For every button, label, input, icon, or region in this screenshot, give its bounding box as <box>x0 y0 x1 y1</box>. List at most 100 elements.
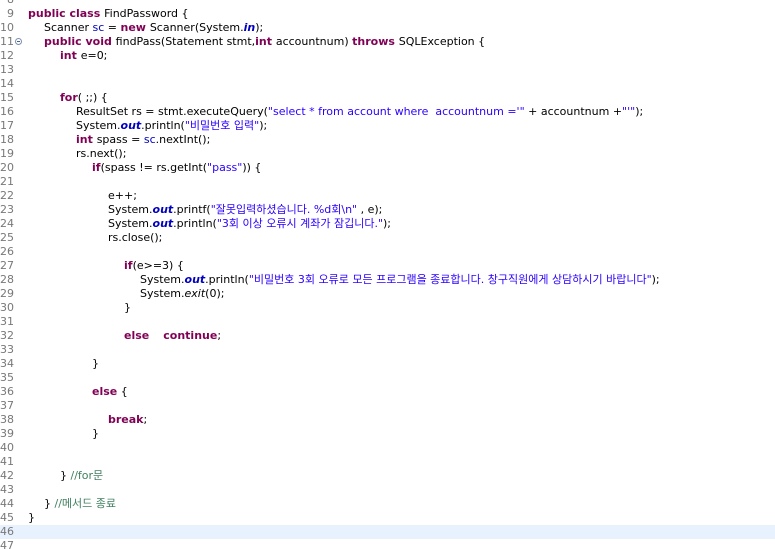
code-token: //메서드 종료 <box>54 497 117 510</box>
code-line[interactable]: 40 <box>0 441 775 455</box>
code-token: accountnum) <box>275 35 353 48</box>
code-token: public void <box>44 35 116 48</box>
fold-toggle-icon[interactable] <box>15 38 22 45</box>
code-line[interactable]: 27 if(e>=3) { <box>0 259 775 273</box>
code-line[interactable]: 31 <box>0 315 775 329</box>
line-number: 30 <box>0 301 14 314</box>
line-number: 31 <box>0 315 14 328</box>
line-number: 28 <box>0 273 14 286</box>
code-line[interactable]: 36 else { <box>0 385 775 399</box>
code-token: System. <box>140 273 185 286</box>
code-text: System.out.println("비밀번호 3회 오류로 모든 프로그램을… <box>140 273 660 287</box>
code-token: , e); <box>357 203 383 216</box>
line-number: 43 <box>0 483 14 496</box>
code-line[interactable]: 39} <box>0 427 775 441</box>
code-line[interactable]: 21 <box>0 175 775 189</box>
code-line[interactable]: 47 <box>0 539 775 549</box>
code-line[interactable]: 23 System.out.printf("잘못입력하셨습니다. %d회\n" ,… <box>0 203 775 217</box>
code-line[interactable]: 19 rs.next(); <box>0 147 775 161</box>
code-token: } <box>28 511 35 524</box>
code-token: } <box>92 357 99 370</box>
code-line[interactable]: 42} //for문 <box>0 469 775 483</box>
code-token: new <box>120 21 150 34</box>
code-line[interactable]: 13 <box>0 63 775 77</box>
line-number: 23 <box>0 203 14 216</box>
code-line[interactable]: 29 System.exit(0); <box>0 287 775 301</box>
code-token: "pass" <box>207 161 243 174</box>
code-token: } <box>44 497 55 510</box>
code-line[interactable]: 18 int spass = sc.nextInt(); <box>0 133 775 147</box>
line-number: 41 <box>0 455 14 468</box>
line-number: 39 <box>0 427 14 440</box>
code-text: } //메서드 종료 <box>44 497 116 511</box>
code-line[interactable]: 44} //메서드 종료 <box>0 497 775 511</box>
code-token: out <box>152 217 174 230</box>
code-line[interactable]: 10 Scanner sc = new Scanner(System.in); <box>0 21 775 35</box>
code-token: sc <box>92 21 105 34</box>
line-number: 47 <box>0 539 14 549</box>
code-line[interactable]: 45} <box>0 511 775 525</box>
code-token: for <box>60 91 78 104</box>
code-text: public void findPass(Statement stmt,int … <box>44 35 485 49</box>
code-token: ); <box>635 105 644 118</box>
code-line[interactable]: 30} <box>0 301 775 315</box>
code-token: ); <box>383 217 392 230</box>
code-line[interactable]: 35 <box>0 371 775 385</box>
code-line[interactable]: 26 <box>0 245 775 259</box>
code-token: System. <box>76 119 121 132</box>
code-token: int <box>255 35 276 48</box>
code-line[interactable]: 34} <box>0 357 775 371</box>
code-token: (0); <box>205 287 225 300</box>
code-token: "비밀번호 입력" <box>184 119 260 132</box>
code-line[interactable]: 32 else continue; <box>0 329 775 343</box>
code-text: System.out.println("3회 이상 오류시 계좌가 잠깁니다."… <box>108 217 391 231</box>
code-token: ; <box>143 413 148 426</box>
code-line[interactable]: 15 for( ;;) { <box>0 91 775 105</box>
code-line[interactable]: 41 <box>0 455 775 469</box>
code-editor[interactable]: 89 public class FindPassword {10 Scanner s… <box>0 0 775 549</box>
code-token: ; <box>217 329 222 342</box>
code-token: ( ;;) { <box>77 91 108 104</box>
code-token: ); <box>259 119 268 132</box>
code-token: exit <box>184 287 206 300</box>
line-number: 11 <box>0 35 14 48</box>
line-number: 21 <box>0 175 14 188</box>
code-token: System. <box>108 217 153 230</box>
code-line[interactable]: 20 if(spass != rs.getInt("pass")) { <box>0 161 775 175</box>
code-line[interactable]: 16 ResultSet rs = stmt.executeQuery("sele… <box>0 105 775 119</box>
line-number: 38 <box>0 413 14 426</box>
code-line[interactable]: 17 System.out.println("비밀번호 입력"); <box>0 119 775 133</box>
code-token: public class <box>28 7 105 20</box>
code-token: else <box>92 385 118 398</box>
code-line[interactable]: 28 System.out.println("비밀번호 3회 오류로 모든 프로그… <box>0 273 775 287</box>
code-line[interactable]: 43 <box>0 483 775 497</box>
code-line[interactable]: 38 break; <box>0 413 775 427</box>
code-line[interactable]: 14 <box>0 77 775 91</box>
code-line[interactable]: 24 System.out.println("3회 이상 오류시 계좌가 잠깁니다… <box>0 217 775 231</box>
code-line[interactable]: 22 e++; <box>0 189 775 203</box>
code-line[interactable]: 33 <box>0 343 775 357</box>
code-token: )) { <box>242 161 262 174</box>
code-line[interactable]: 9 public class FindPassword { <box>0 7 775 21</box>
line-number: 35 <box>0 371 14 384</box>
code-line[interactable]: 25 rs.close(); <box>0 231 775 245</box>
code-line[interactable]: 11 public void findPass(Statement stmt,in… <box>0 35 775 49</box>
code-token: "비밀번호 3회 오류로 모든 프로그램을 종료합니다. 창구직원에게 상담하시… <box>248 273 652 286</box>
code-text: break; <box>108 413 147 427</box>
code-line[interactable]: 46 <box>0 525 775 539</box>
code-text: e++; <box>108 189 137 203</box>
code-line[interactable]: 8 <box>0 0 775 7</box>
code-token: rs.close(); <box>108 231 163 244</box>
line-number: 12 <box>0 49 14 62</box>
code-token: e++; <box>108 189 137 202</box>
code-line[interactable]: 12 int e=0; <box>0 49 775 63</box>
line-number: 24 <box>0 217 14 230</box>
code-token: "select * from account where accountnum … <box>267 105 525 118</box>
code-line[interactable]: 37 <box>0 399 775 413</box>
line-number: 13 <box>0 63 14 76</box>
code-token: spass = <box>96 133 144 146</box>
code-text: for( ;;) { <box>60 91 108 105</box>
code-token: else <box>124 329 150 342</box>
line-number: 32 <box>0 329 14 342</box>
